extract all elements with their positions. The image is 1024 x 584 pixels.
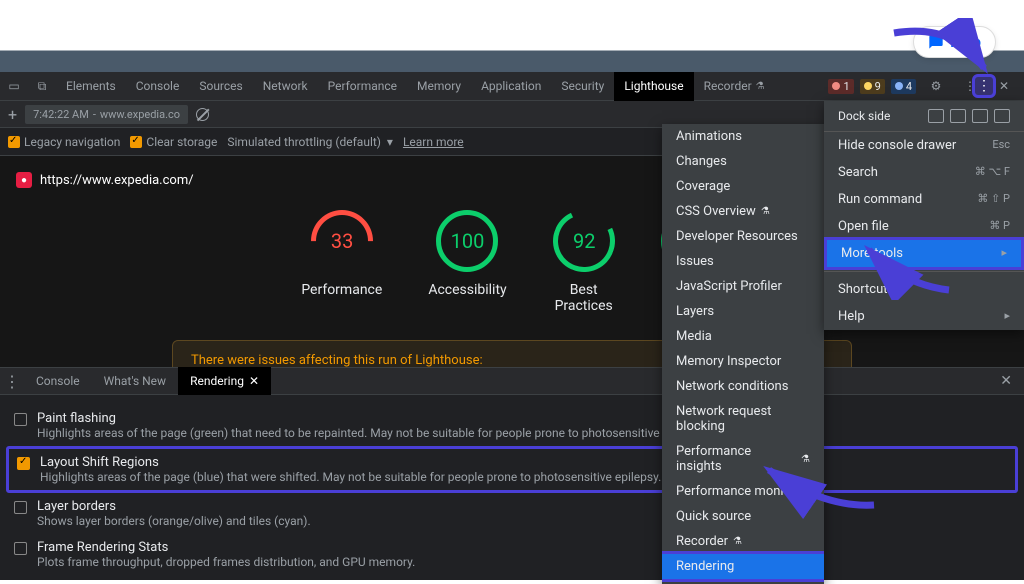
score-best-practices[interactable]: 92Best Practices xyxy=(553,210,615,314)
score-accessibility[interactable]: 100Accessibility xyxy=(428,210,506,314)
tab-lighthouse[interactable]: Lighthouse xyxy=(614,72,693,101)
tools-item-animations[interactable]: Animations xyxy=(662,124,824,149)
inspect-icon[interactable]: ▭ xyxy=(0,79,28,93)
drawer-tab-console[interactable]: Console xyxy=(24,367,92,395)
close-tab-icon[interactable]: ✕ xyxy=(249,367,259,395)
tab-security[interactable]: Security xyxy=(551,72,614,101)
tools-item-css-overview[interactable]: CSS Overview ⚗ xyxy=(662,199,824,224)
main-menu: Dock side Hide console drawerEscSearch⌘ … xyxy=(824,101,1024,330)
tools-item-issues[interactable]: Issues xyxy=(662,249,824,274)
clear-icon[interactable] xyxy=(196,108,209,121)
device-icon[interactable]: ⧉ xyxy=(28,79,56,94)
tab-performance[interactable]: Performance xyxy=(318,72,407,101)
tab-sources[interactable]: Sources xyxy=(189,72,252,101)
checkbox-icon[interactable] xyxy=(14,501,27,514)
dock-left-icon[interactable] xyxy=(950,109,966,123)
menu-item-search[interactable]: Search⌘ ⌥ F xyxy=(824,159,1024,186)
drawer-kebab-icon[interactable]: ⋮ xyxy=(0,372,24,391)
drawer-close-icon[interactable]: ✕ xyxy=(988,373,1024,389)
main-tabs: ▭ ⧉ ElementsConsoleSourcesNetworkPerform… xyxy=(0,72,1024,101)
tools-item-performance-insights[interactable]: Performance insights ⚗ xyxy=(662,439,824,479)
menu-item-more-tools[interactable]: More tools▸ xyxy=(824,237,1024,270)
info-badge[interactable]: 4 xyxy=(891,79,916,94)
tab-recorder[interactable]: Recorder ⚗ xyxy=(694,72,775,101)
gear-icon[interactable]: ⚙ xyxy=(922,79,950,93)
favicon-icon: ● xyxy=(16,172,32,188)
throttling-select[interactable]: Simulated throttling (default) ▾ xyxy=(227,135,393,149)
flask-icon: ⚗ xyxy=(733,536,742,547)
tools-item-javascript-profiler[interactable]: JavaScript Profiler xyxy=(662,274,824,299)
tools-item-developer-resources[interactable]: Developer Resources xyxy=(662,224,824,249)
tab-memory[interactable]: Memory xyxy=(407,72,471,101)
learn-more-link[interactable]: Learn more xyxy=(403,135,464,149)
render-option-frame-rendering-stats[interactable]: Frame Rendering StatsPlots frame through… xyxy=(14,534,1010,575)
checkbox-icon[interactable] xyxy=(14,542,27,555)
dock-right-icon[interactable] xyxy=(994,109,1010,123)
tools-item-network-request-blocking[interactable]: Network request blocking xyxy=(662,399,824,439)
report-url: https://www.expedia.com/ xyxy=(40,173,194,188)
tools-item-media[interactable]: Media xyxy=(662,324,824,349)
render-option-layer-borders[interactable]: Layer bordersShows layer borders (orange… xyxy=(14,493,1010,534)
menu-item-shortcuts[interactable]: Shortcuts xyxy=(824,276,1024,303)
tools-item-performance-monitor[interactable]: Performance monitor xyxy=(662,479,824,504)
tab-application[interactable]: Application xyxy=(471,72,551,101)
tools-item-changes[interactable]: Changes xyxy=(662,149,824,174)
render-option-paint-flashing[interactable]: Paint flashingHighlights areas of the pa… xyxy=(14,405,1010,446)
chat-icon xyxy=(928,34,944,50)
tab-console[interactable]: Console xyxy=(126,72,190,101)
help-bubble[interactable]: Help xyxy=(913,26,996,58)
tools-item-memory-inspector[interactable]: Memory Inspector xyxy=(662,349,824,374)
menu-item-run-command[interactable]: Run command⌘ ⇧ P xyxy=(824,186,1024,213)
warning-badge[interactable]: 9 xyxy=(860,79,885,94)
clear-storage-checkbox[interactable]: Clear storage xyxy=(130,135,217,149)
dock-side-label: Dock side xyxy=(838,109,890,123)
rendering-panel: Paint flashingHighlights areas of the pa… xyxy=(0,395,1024,580)
tools-item-coverage[interactable]: Coverage xyxy=(662,174,824,199)
checkbox-icon[interactable] xyxy=(14,413,27,426)
flask-icon: ⚗ xyxy=(801,454,810,465)
render-option-layout-shift-regions[interactable]: Layout Shift RegionsHighlights areas of … xyxy=(6,446,1018,493)
menu-item-open-file[interactable]: Open file⌘ P xyxy=(824,213,1024,240)
flask-icon: ⚗ xyxy=(761,206,770,217)
menu-item-help[interactable]: Help▸ xyxy=(824,303,1024,330)
dock-undock-icon[interactable] xyxy=(928,109,944,123)
tools-item-rendering[interactable]: Rendering xyxy=(662,551,824,582)
new-report-button[interactable]: + xyxy=(8,105,17,124)
kebab-highlight[interactable]: ⋮ xyxy=(972,74,996,98)
drawer-tabs: ⋮ ConsoleWhat's NewRendering ✕✕ xyxy=(0,367,1024,395)
help-label: Help xyxy=(950,33,981,51)
tab-network[interactable]: Network xyxy=(253,72,318,101)
tools-item-network-conditions[interactable]: Network conditions xyxy=(662,374,824,399)
checkbox-icon[interactable] xyxy=(17,457,30,470)
more-tools-submenu: AnimationsChangesCoverageCSS Overview ⚗D… xyxy=(662,124,824,584)
tab-elements[interactable]: Elements xyxy=(56,72,126,101)
error-badge[interactable]: 1 xyxy=(828,79,853,94)
score-performance[interactable]: 33Performance xyxy=(301,210,382,314)
menu-item-hide-console-drawer[interactable]: Hide console drawerEsc xyxy=(824,132,1024,159)
dock-bottom-icon[interactable] xyxy=(972,109,988,123)
report-tab[interactable]: 7:42:22 AM - www.expedia.co xyxy=(25,105,188,124)
tools-item-quick-source[interactable]: Quick source xyxy=(662,504,824,529)
drawer-tab-whatsnew[interactable]: What's New xyxy=(92,367,178,395)
legacy-navigation-checkbox[interactable]: Legacy navigation xyxy=(8,135,120,149)
drawer-tab-rendering[interactable]: Rendering ✕ xyxy=(178,367,271,395)
tools-item-layers[interactable]: Layers xyxy=(662,299,824,324)
